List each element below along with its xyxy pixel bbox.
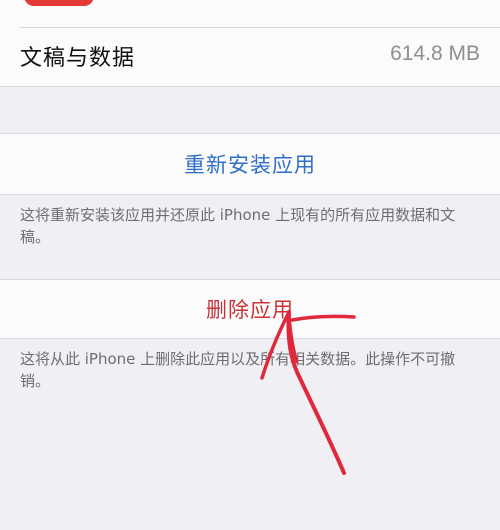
app-storage-page: 文稿与数据 614.8 MB 重新安装应用 这将重新安装该应用并还原此 iPho… — [0, 0, 500, 530]
reinstall-app-button[interactable]: 重新安装应用 — [0, 133, 500, 195]
cell-separator — [20, 27, 500, 28]
documents-data-size: 614.8 MB — [390, 42, 480, 65]
delete-app-button[interactable]: 删除应用 — [0, 279, 500, 339]
red-badge — [24, 0, 94, 6]
reinstall-footnote: 这将重新安装该应用并还原此 iPhone 上现有的所有应用数据和文稿。 — [20, 206, 456, 246]
delete-footnote: 这将从此 iPhone 上删除此应用以及所有相关数据。此操作不可撤销。 — [20, 350, 456, 390]
delete-app-label: 删除应用 — [206, 298, 294, 322]
reinstall-app-label: 重新安装应用 — [184, 153, 316, 177]
storage-info-group: 文稿与数据 614.8 MB — [0, 0, 500, 87]
documents-data-label: 文稿与数据 — [20, 46, 136, 71]
